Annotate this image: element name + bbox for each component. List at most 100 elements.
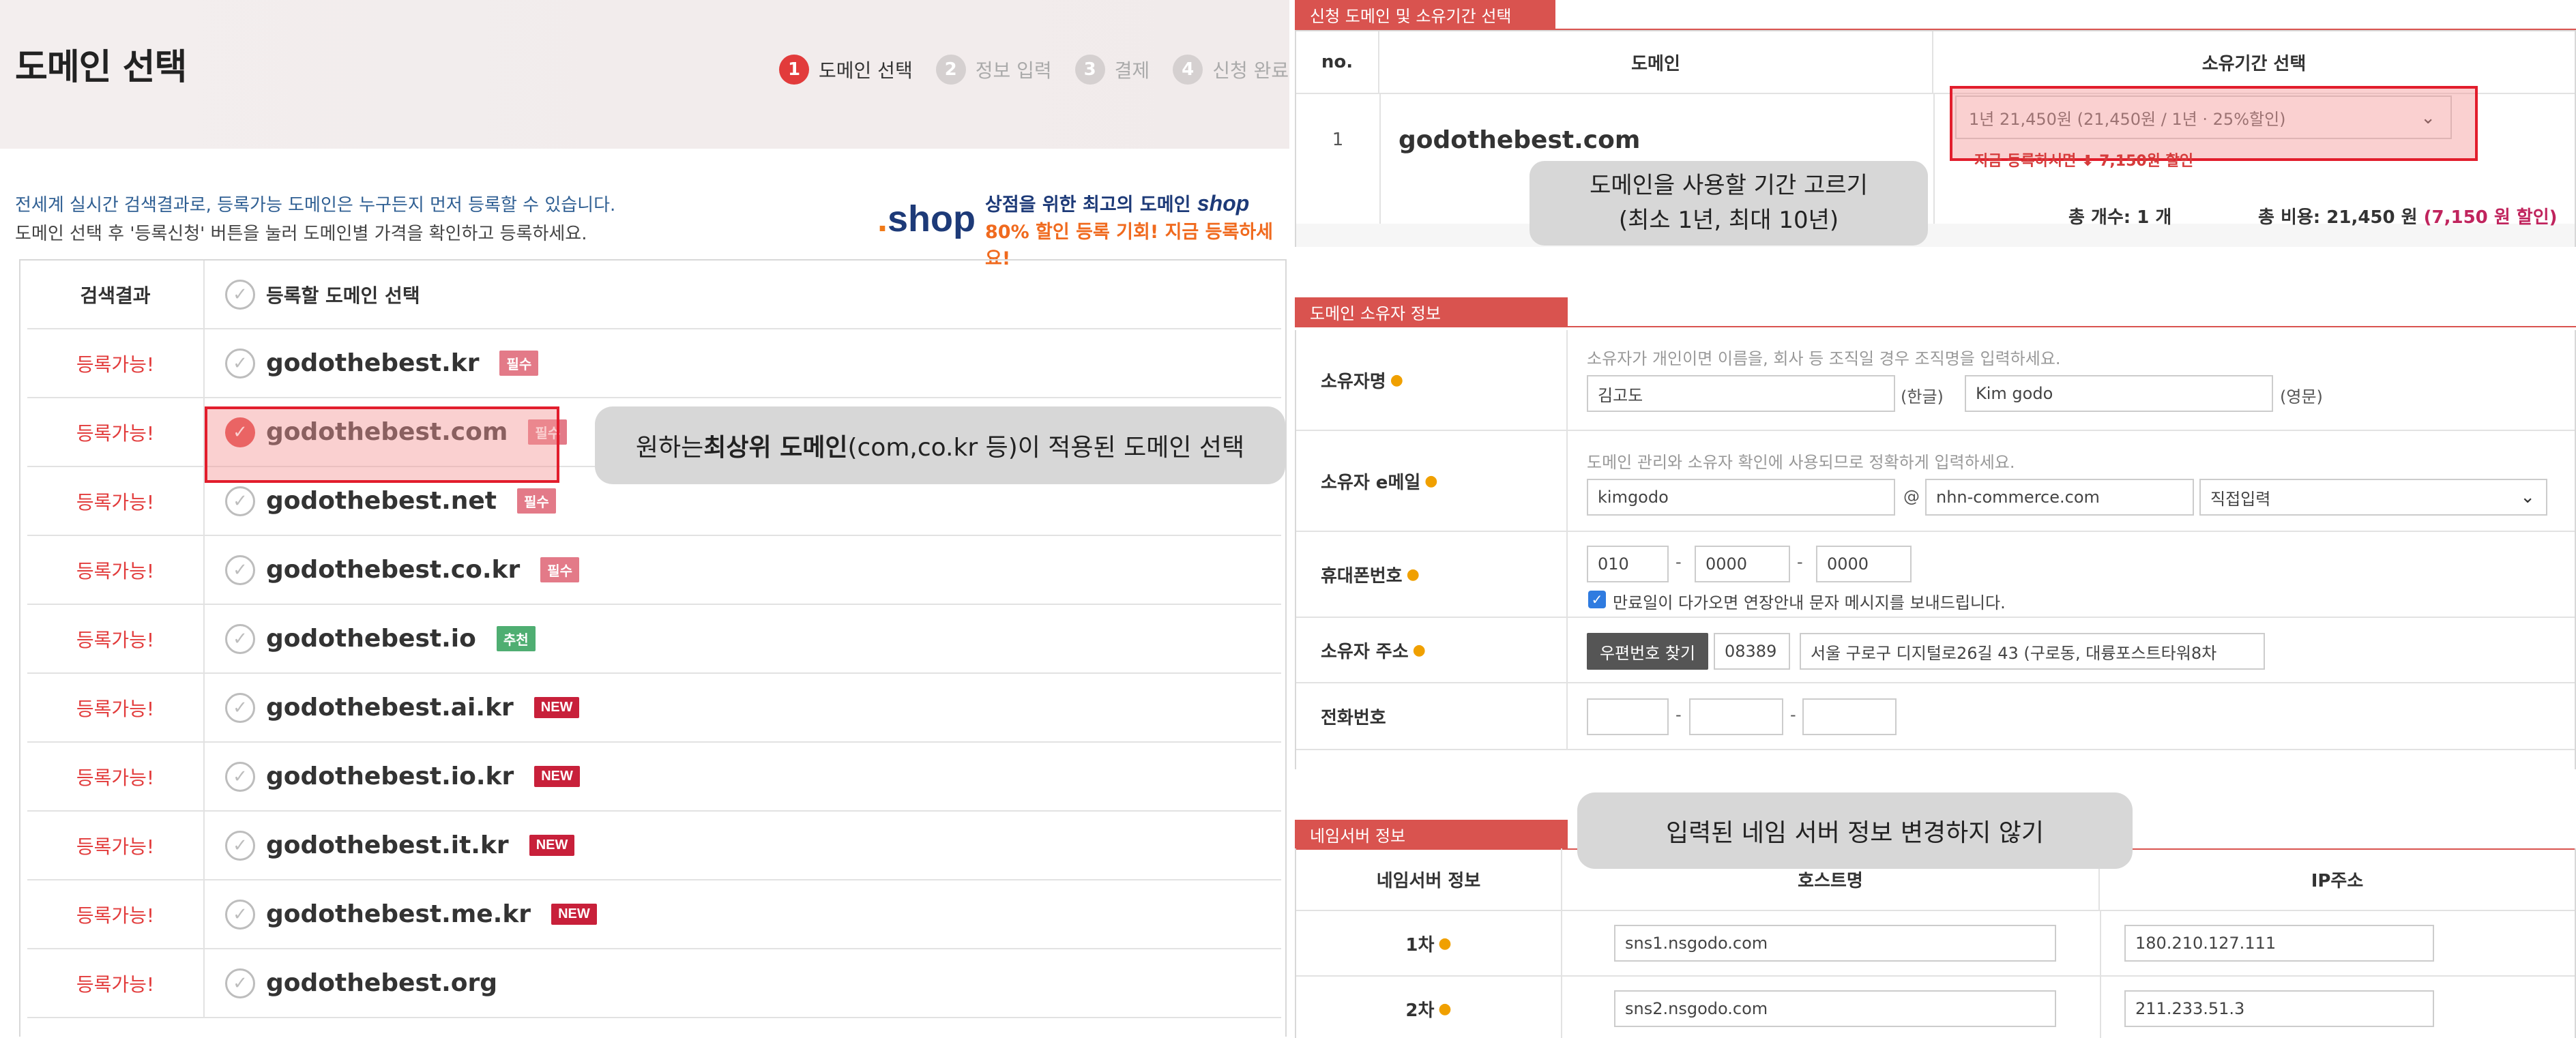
- owner-email-label: 소유자 e메일: [1321, 472, 1421, 493]
- dash: -: [1675, 552, 1682, 572]
- page-title: 도메인 선택: [15, 47, 187, 88]
- email-domain-input[interactable]: nhn-commerce.com: [1925, 479, 2194, 516]
- availability-status: 등록가능!: [27, 467, 205, 535]
- domain-name[interactable]: godothebest.io.kr: [266, 762, 514, 790]
- domain-badge: NEW: [533, 697, 580, 718]
- domain-badge: NEW: [529, 835, 575, 856]
- required-mark: ●: [1412, 641, 1426, 659]
- notice-realtime: 전세계 실시간 검색결과로, 등록가능 도메인은 누구든지 먼저 등록할 수 있…: [15, 195, 616, 216]
- owner-name-korean-input[interactable]: 김고도: [1587, 375, 1895, 412]
- availability-status: 등록가능!: [27, 949, 205, 1017]
- availability-status: 등록가능!: [27, 329, 205, 397]
- header-domain: 도메인: [1379, 31, 1933, 94]
- zip-input[interactable]: 08389: [1714, 633, 1790, 670]
- dash: -: [1790, 705, 1796, 724]
- sms-checkbox[interactable]: ✓: [1588, 591, 1606, 608]
- domain-name[interactable]: godothebest.ai.kr: [266, 694, 514, 722]
- required-mark: ●: [1406, 565, 1420, 583]
- email-local-input[interactable]: kimgodo: [1587, 479, 1895, 516]
- page-header: 도메인 선택 1 도메인 선택 2 정보 입력 3 결제 4 신청 완료: [0, 0, 1289, 149]
- domain-badge: NEW: [534, 766, 580, 787]
- shop-banner-line1[interactable]: 상점을 위한 최고의 도메인 shop: [985, 190, 1249, 216]
- table-row[interactable]: 등록가능! ✓ godothebest.ai.kr NEW: [27, 674, 1281, 743]
- check-circle-icon[interactable]: ✓: [225, 692, 255, 723]
- domain-name[interactable]: godothebest.me.kr: [266, 900, 531, 928]
- check-circle-icon[interactable]: ✓: [225, 899, 255, 930]
- find-zip-button[interactable]: 우편번호 찾기: [1587, 633, 1708, 670]
- header-no: no.: [1296, 31, 1379, 94]
- header-ip: IP주소: [2100, 848, 2575, 911]
- row-no: 1: [1332, 130, 1344, 150]
- check-circle-icon[interactable]: ✓: [225, 554, 255, 585]
- mobile-part3-input[interactable]: 0000: [1816, 546, 1912, 582]
- domain-badge: 필수: [499, 351, 539, 376]
- table-row[interactable]: 등록가능! ✓ godothebest.me.kr NEW: [27, 880, 1281, 949]
- ns1-host-input[interactable]: sns1.nsgodo.com: [1614, 925, 2056, 962]
- step-payment: 3 결제: [1074, 55, 1150, 85]
- domain-name[interactable]: godothebest.it.kr: [266, 831, 509, 859]
- dash: -: [1675, 705, 1682, 724]
- check-circle-icon[interactable]: ✓: [225, 968, 255, 998]
- ns1-ip-input[interactable]: 180.210.127.111: [2124, 925, 2434, 962]
- owner-name-label: 소유자명: [1321, 371, 1386, 392]
- domain-name[interactable]: godothebest.kr: [266, 349, 479, 377]
- mobile-part2-input[interactable]: 0000: [1695, 546, 1790, 582]
- owner-name-english-input[interactable]: Kim godo: [1965, 375, 2273, 412]
- availability-status: 등록가능!: [27, 605, 205, 672]
- phone-label: 전화번호: [1321, 707, 1386, 728]
- step-number: 1: [779, 55, 809, 85]
- step-domain-select: 1 도메인 선택: [779, 55, 913, 85]
- table-row[interactable]: 등록가능! ✓ godothebest.co.kr 필수: [27, 536, 1281, 605]
- domain-name[interactable]: godothebest.io: [266, 625, 476, 653]
- table-row[interactable]: 등록가능! ✓ godothebest.io.kr NEW: [27, 743, 1281, 812]
- step-number: 3: [1074, 55, 1105, 85]
- callout-top-level-domain: 원하는 최상위 도메인 (com,co.kr 등)이 적용된 도메인 선택: [595, 406, 1285, 484]
- table-row[interactable]: 등록가능! ✓ godothebest.kr 필수: [27, 329, 1281, 398]
- english-suffix: (영문): [2280, 387, 2323, 406]
- form-row-owner-name: 소유자명 ● 소유자가 개인이면 이름을, 회사 등 조직일 경우 조직명을 입력…: [1296, 330, 2575, 431]
- check-circle-icon[interactable]: ✓: [225, 761, 255, 792]
- section-divider: [1295, 326, 2576, 327]
- shop-brand: shop: [1197, 191, 1250, 216]
- required-mark: ●: [1424, 472, 1438, 490]
- mobile-part1-input[interactable]: 010: [1587, 546, 1669, 582]
- email-at: @: [1903, 487, 1920, 506]
- address-input[interactable]: 서울 구로구 디지털로26길 43 (구로동, 대륭포스트타워8차: [1800, 633, 2265, 670]
- domain-name[interactable]: godothebest.co.kr: [266, 556, 520, 584]
- ns2-ip-input[interactable]: 211.233.51.3: [2124, 990, 2434, 1027]
- phone-part2-input[interactable]: [1689, 698, 1783, 735]
- domain-badge: 필수: [540, 557, 580, 582]
- check-circle-icon[interactable]: ✓: [225, 830, 255, 861]
- total-cost: 총 비용: 21,450 원 (7,150 원 할인): [2258, 207, 2558, 228]
- table-row[interactable]: 등록가능! ✓ godothebest.it.kr NEW: [27, 812, 1281, 880]
- table-row[interactable]: 등록가능! ✓ godothebest.io 추천: [27, 605, 1281, 674]
- domain-result-table: 검색결과 ✓ 등록할 도메인 선택 등록가능! ✓ godothebest.kr 필수…: [19, 259, 1287, 1037]
- table-row[interactable]: 등록가능! ✓ godothebest.org: [27, 949, 1281, 1018]
- section-tab-period: 신청 도메인 및 소유기간 선택: [1295, 0, 1555, 29]
- email-domain-select[interactable]: 직접입력 ⌄: [2199, 479, 2547, 516]
- nameserver-table: 네임서버 정보 호스트명 IP주소 1차 ● sns1.nsgodo.com 18…: [1295, 848, 2576, 1038]
- step-label: 신청 완료: [1212, 59, 1289, 82]
- domain-select-panel: 도메인 선택 1 도메인 선택 2 정보 입력 3 결제 4 신청 완료 전세계…: [0, 0, 1289, 1038]
- progress-steps: 1 도메인 선택 2 정보 입력 3 결제 4 신청 완료: [779, 55, 1289, 85]
- application-info-panel: 신청 도메인 및 소유기간 선택 no. 도메인 소유기간 선택 1 godot…: [1295, 0, 2576, 1038]
- shop-logo[interactable]: .shop: [877, 198, 976, 240]
- required-mark: ●: [1438, 1000, 1452, 1018]
- nameserver-row-1: 1차 ● sns1.nsgodo.com 180.210.127.111: [1296, 911, 2575, 977]
- notice-instruction: 도메인 선택 후 '등록신청' 버튼을 눌러 도메인별 가격을 확인하고 등록하…: [15, 224, 587, 244]
- ns2-host-input[interactable]: sns2.nsgodo.com: [1614, 990, 2056, 1027]
- domain-name[interactable]: godothebest.org: [266, 969, 497, 997]
- select-all-check-icon[interactable]: ✓: [225, 279, 255, 310]
- step-number: 2: [935, 55, 966, 85]
- form-row-address: 소유자 주소 ● 우편번호 찾기 08389 서울 구로구 디지털로26길 43 …: [1296, 618, 2575, 683]
- phone-part3-input[interactable]: [1802, 698, 1897, 735]
- check-circle-icon[interactable]: ✓: [225, 348, 255, 379]
- total-discount: (7,150 원 할인): [2423, 207, 2558, 228]
- mobile-label: 휴대폰번호: [1321, 565, 1403, 587]
- check-circle-icon[interactable]: ✓: [225, 623, 255, 654]
- ns2-label: 2차: [1405, 1000, 1435, 1021]
- phone-part1-input[interactable]: [1587, 698, 1669, 735]
- check-circle-icon[interactable]: ✓: [225, 486, 255, 516]
- domain-name[interactable]: godothebest.net: [266, 487, 497, 515]
- availability-status: 등록가능!: [27, 536, 205, 604]
